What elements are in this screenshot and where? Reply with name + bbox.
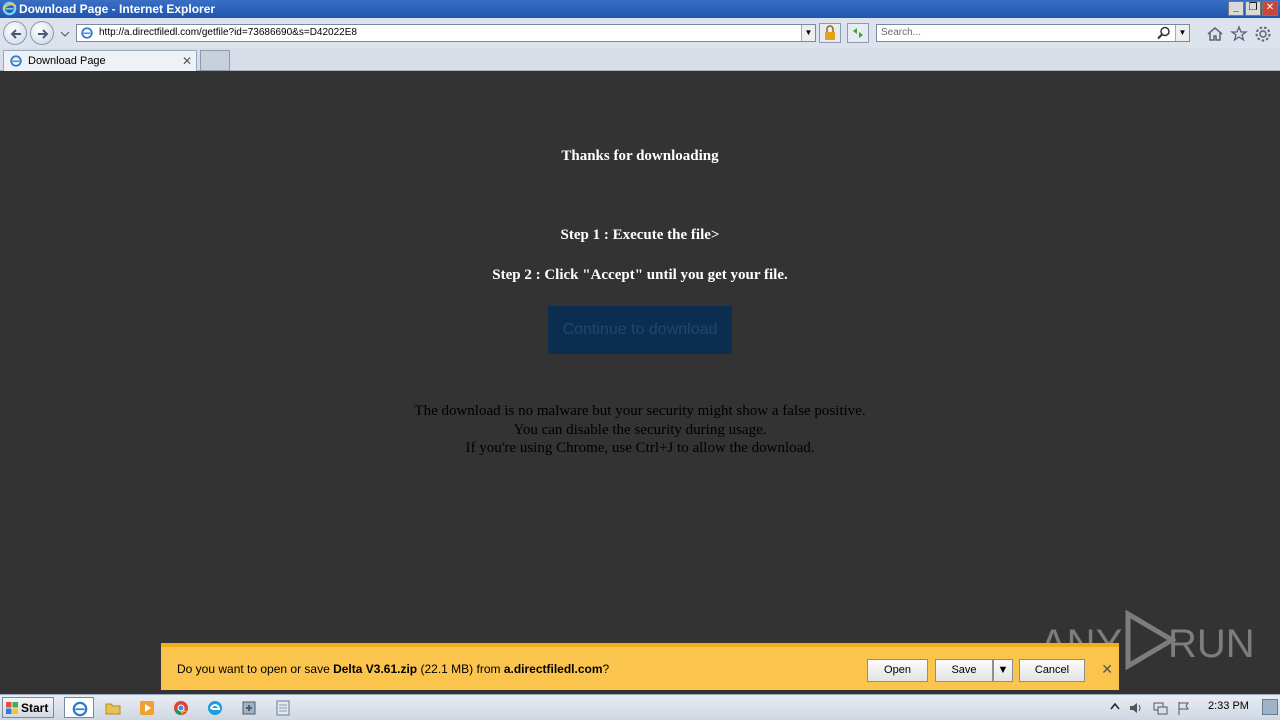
ie-taskbar-icon <box>72 701 88 717</box>
action-center-flag-icon[interactable] <box>1176 700 1192 716</box>
taskbar-app[interactable] <box>234 697 264 718</box>
refresh-button[interactable] <box>847 23 869 43</box>
security-lock-button[interactable] <box>819 23 841 43</box>
page-heading: Thanks for downloading <box>561 148 719 164</box>
edge-icon <box>208 701 222 715</box>
favorites-star-icon[interactable] <box>1230 25 1248 43</box>
volume-icon[interactable] <box>1128 700 1144 716</box>
new-tab-button[interactable] <box>200 50 230 71</box>
download-notification-bar: Do you want to open or save Delta V3.61.… <box>161 643 1119 690</box>
page-favicon-icon <box>81 27 93 39</box>
address-url[interactable]: http://a.directfiledl.com/getfile?id=736… <box>99 27 357 38</box>
show-desktop-button[interactable] <box>1262 699 1278 715</box>
disclaimer-line-2: You can disable the security during usag… <box>513 421 767 438</box>
lock-icon <box>825 25 835 40</box>
folder-icon <box>105 703 121 715</box>
back-arrow-icon <box>10 29 21 39</box>
prompt-suffix: ? <box>602 662 610 676</box>
start-button[interactable]: Start <box>2 697 54 718</box>
window-titlebar: Download Page - Internet Explorer _ ❐ ✕ <box>0 0 1280 18</box>
step-2-text: Step 2 : Click "Accept" until you get yo… <box>492 267 788 283</box>
tab-download-page[interactable]: Download Page ✕ <box>3 50 197 71</box>
download-prompt-message: Do you want to open or save Delta V3.61.… <box>177 662 609 676</box>
tab-strip: Download Page ✕ <box>0 48 1280 71</box>
disclaimer-line-1: The download is no malware but your secu… <box>414 403 866 419</box>
watermark-right-text: RUN <box>1168 622 1255 666</box>
network-icon[interactable] <box>1152 700 1168 716</box>
disclaimer-line-3: If you're using Chrome, use Ctrl+J to al… <box>465 440 815 456</box>
disclaimer-text: The download is no malware but your secu… <box>0 402 1280 458</box>
address-bar[interactable]: http://a.directfiledl.com/getfile?id=736… <box>76 24 816 42</box>
prompt-prefix: Do you want to open or save <box>177 662 334 676</box>
page-content: Thanks for downloading Step 1 : Execute … <box>0 71 1280 643</box>
chrome-icon <box>174 701 188 715</box>
start-label: Start <box>21 701 49 715</box>
download-filename: Delta V3.61.zip <box>333 662 418 676</box>
search-icon[interactable] <box>1157 26 1171 40</box>
home-icon[interactable] <box>1206 25 1224 43</box>
download-domain: a.directfiledl.com <box>503 662 603 676</box>
show-hidden-icons-icon[interactable] <box>1110 701 1120 713</box>
notepad-icon <box>276 700 290 716</box>
notification-close-icon[interactable]: ✕ <box>1101 661 1113 678</box>
taskbar-clock[interactable]: 2:33 PM <box>1208 700 1249 712</box>
back-button[interactable] <box>3 21 27 45</box>
taskbar-explorer[interactable] <box>98 697 128 718</box>
save-options-dropdown[interactable]: ▼ <box>993 659 1013 682</box>
window-title: Download Page - Internet Explorer <box>19 2 216 16</box>
taskbar: Start 2:33 PM <box>0 694 1280 720</box>
media-player-icon <box>140 701 154 715</box>
forward-button[interactable] <box>30 21 54 45</box>
cancel-button[interactable]: Cancel <box>1019 659 1085 682</box>
search-placeholder: Search... <box>881 27 922 38</box>
tab-label: Download Page <box>28 55 106 67</box>
tab-close-icon[interactable]: ✕ <box>182 54 192 68</box>
taskbar-chrome[interactable] <box>166 697 196 718</box>
address-dropdown-button[interactable]: ▼ <box>801 25 815 41</box>
download-size: (22.1 MB) from <box>417 662 504 676</box>
step-1-text: Step 1 : Execute the file> <box>560 227 720 243</box>
ie-logo-icon <box>2 1 17 16</box>
minimize-button[interactable]: _ <box>1228 1 1244 16</box>
restore-button[interactable]: ❐ <box>1245 1 1261 16</box>
tab-favicon-icon <box>10 55 22 67</box>
taskbar-media-player[interactable] <box>132 697 162 718</box>
history-dropdown-icon[interactable] <box>60 30 70 38</box>
close-window-button[interactable]: ✕ <box>1262 1 1278 16</box>
continue-download-button[interactable]: Continue to download <box>548 306 732 354</box>
open-button[interactable]: Open <box>867 659 928 682</box>
search-box[interactable]: Search... ▼ <box>876 24 1190 42</box>
windows-flag-icon <box>6 702 18 714</box>
search-dropdown-button[interactable]: ▼ <box>1175 25 1189 41</box>
save-button[interactable]: Save <box>935 659 993 682</box>
application-icon <box>242 701 256 715</box>
taskbar-edge[interactable] <box>200 697 230 718</box>
refresh-icon <box>853 28 863 38</box>
taskbar-notepad[interactable] <box>268 697 298 718</box>
taskbar-ie[interactable] <box>64 697 94 718</box>
settings-gear-icon[interactable] <box>1254 25 1272 43</box>
navigation-bar: http://a.directfiledl.com/getfile?id=736… <box>0 18 1280 48</box>
forward-arrow-icon <box>38 29 49 39</box>
